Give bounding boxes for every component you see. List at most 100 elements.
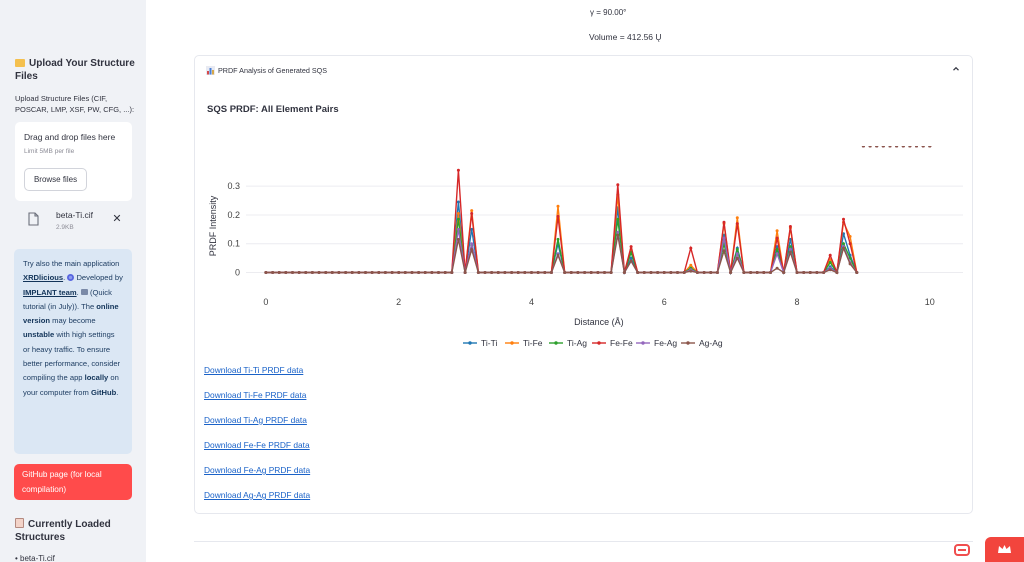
download-ti-ti-link[interactable]: Download Ti-Ti PRDF data <box>204 365 303 375</box>
data-point-Fe-Fe <box>722 220 726 224</box>
y-tick-label: 0 <box>235 268 240 278</box>
browse-files-button[interactable]: Browse files <box>24 168 87 191</box>
data-point-Ag-Ag <box>755 271 759 274</box>
info-text: Developed by <box>74 273 123 283</box>
data-point-Ag-Ag <box>921 146 925 148</box>
cell-volume: Volume = 412.56 Ų <box>589 32 662 42</box>
clipboard-icon <box>15 518 24 528</box>
data-point-Ag-Ag <box>317 271 321 274</box>
data-point-Ag-Ag <box>682 271 686 274</box>
data-point-Ag-Ag <box>695 271 699 274</box>
data-point-Fe-Fe <box>629 245 633 249</box>
streamlit-logo-icon[interactable] <box>952 540 972 560</box>
data-point-Ag-Ag <box>603 271 606 274</box>
data-point-Ti-Ag <box>456 217 460 221</box>
data-point-Ti-Fe <box>556 204 560 208</box>
data-point-Ag-Ag <box>483 271 487 274</box>
download-fe-ag-link[interactable]: Download Fe-Ag PRDF data <box>204 465 310 475</box>
download-ti-fe-link[interactable]: Download Ti-Fe PRDF data <box>204 390 306 400</box>
data-point-Ag-Ag <box>769 271 772 274</box>
uploaded-file-row: beta-Ti.cif 2.9KB ✕ <box>15 208 132 236</box>
data-point-Ag-Ag <box>715 271 719 274</box>
data-point-Ag-Ag <box>649 271 653 274</box>
legend-swatch-marker <box>554 341 558 345</box>
info-bold: unstable <box>23 330 55 340</box>
chevron-up-icon[interactable] <box>951 64 961 74</box>
x-tick-label: 10 <box>925 297 935 307</box>
data-point-Ag-Ag <box>895 146 899 148</box>
legend-label: Ti-Fe <box>523 338 543 348</box>
download-ti-ag-link[interactable]: Download Ti-Ag PRDF data <box>204 415 307 425</box>
crown-status-button[interactable] <box>985 537 1024 562</box>
info-box: Try also the main application XRDlicious… <box>14 249 132 454</box>
data-point-Ag-Ag <box>576 271 580 274</box>
data-point-Ag-Ag <box>848 262 852 266</box>
expander-header[interactable]: PRDF Analysis of Generated SQS <box>195 56 972 86</box>
legend-label: Fe-Fe <box>610 338 633 348</box>
data-point-Ag-Ag <box>463 271 467 274</box>
prdf-expander: PRDF Analysis of Generated SQS SQS PRDF:… <box>194 55 973 514</box>
x-tick-label: 0 <box>263 297 268 307</box>
uploaded-file-size: 2.9KB <box>56 224 74 231</box>
x-tick-label: 6 <box>662 297 667 307</box>
github-page-button[interactable]: GitHub page (for local compilation) <box>14 464 132 500</box>
data-point-Ti-Ag <box>828 261 832 264</box>
data-point-Fe-Fe <box>775 236 779 240</box>
data-point-Ag-Ag <box>291 271 294 274</box>
data-point-Ag-Ag <box>842 246 845 250</box>
data-point-Ag-Ag <box>629 259 633 263</box>
data-point-Ag-Ag <box>310 271 314 274</box>
data-point-Ag-Ag <box>530 271 533 274</box>
implant-team-link[interactable]: IMPLANT team <box>23 288 77 297</box>
data-point-Fe-Fe <box>735 222 739 226</box>
xrdlicious-link[interactable]: XRDlicious <box>23 273 63 282</box>
remove-file-close-icon[interactable]: ✕ <box>111 212 123 225</box>
data-point-Ag-Ag <box>523 271 527 274</box>
data-point-Ag-Ag <box>828 268 832 272</box>
data-point-Ag-Ag <box>928 146 932 148</box>
data-point-Ag-Ag <box>297 271 301 274</box>
dropzone-title: Drag and drop files here <box>24 132 116 142</box>
data-point-Ag-Ag <box>676 271 679 274</box>
data-point-Fe-Fe <box>842 217 845 221</box>
data-point-Ag-Ag <box>749 271 753 274</box>
data-point-Ag-Ag <box>729 271 733 274</box>
y-tick-label: 0.2 <box>227 210 240 220</box>
folder-icon <box>15 59 25 67</box>
data-point-Ag-Ag <box>284 271 288 274</box>
data-point-Ag-Ag <box>808 271 812 274</box>
data-point-Ag-Ag <box>868 146 872 148</box>
data-point-Ag-Ag <box>437 271 440 274</box>
data-point-Ag-Ag <box>888 146 892 148</box>
data-point-Ag-Ag <box>344 271 348 274</box>
data-point-Ag-Ag <box>417 271 421 274</box>
file-dropzone[interactable]: Drag and drop files here Limit 5MB per f… <box>15 122 132 201</box>
data-point-Fe-Ag <box>616 230 620 234</box>
data-point-Ag-Ag <box>516 271 520 274</box>
loaded-structure-item: • beta-Ti.cif <box>15 554 55 562</box>
gamma-angle: γ = 90.00° <box>590 8 627 17</box>
data-point-Fe-Ag <box>735 252 739 256</box>
y-tick-label: 0.3 <box>227 181 240 191</box>
data-point-Ag-Ag <box>476 271 480 274</box>
download-fe-fe-link[interactable]: Download Fe-Fe PRDF data <box>204 440 310 450</box>
data-point-Ag-Ag <box>762 271 766 274</box>
data-point-Ag-Ag <box>802 271 806 274</box>
data-point-Ag-Ag <box>709 271 713 274</box>
data-point-Ag-Ag <box>815 271 819 274</box>
data-point-Ag-Ag <box>410 271 414 274</box>
data-point-Ag-Ag <box>556 253 560 257</box>
data-point-Ag-Ag <box>662 271 666 274</box>
data-point-Ag-Ag <box>901 146 905 148</box>
data-point-Ag-Ag <box>642 271 646 274</box>
data-point-Ag-Ag <box>861 146 865 148</box>
chart-title: SQS PRDF: All Element Pairs <box>207 104 339 115</box>
data-point-Ti-Fe <box>456 212 460 215</box>
data-point-Ag-Ag <box>609 271 613 274</box>
x-tick-label: 8 <box>795 297 800 307</box>
info-text: Try also the main application <box>23 259 120 268</box>
download-ag-ag-link[interactable]: Download Ag-Ag PRDF data <box>204 490 310 500</box>
data-point-Ti-Ti <box>456 200 460 204</box>
data-point-Ag-Ag <box>875 146 879 148</box>
loaded-heading-text: Currently Loaded Structures <box>15 519 111 543</box>
